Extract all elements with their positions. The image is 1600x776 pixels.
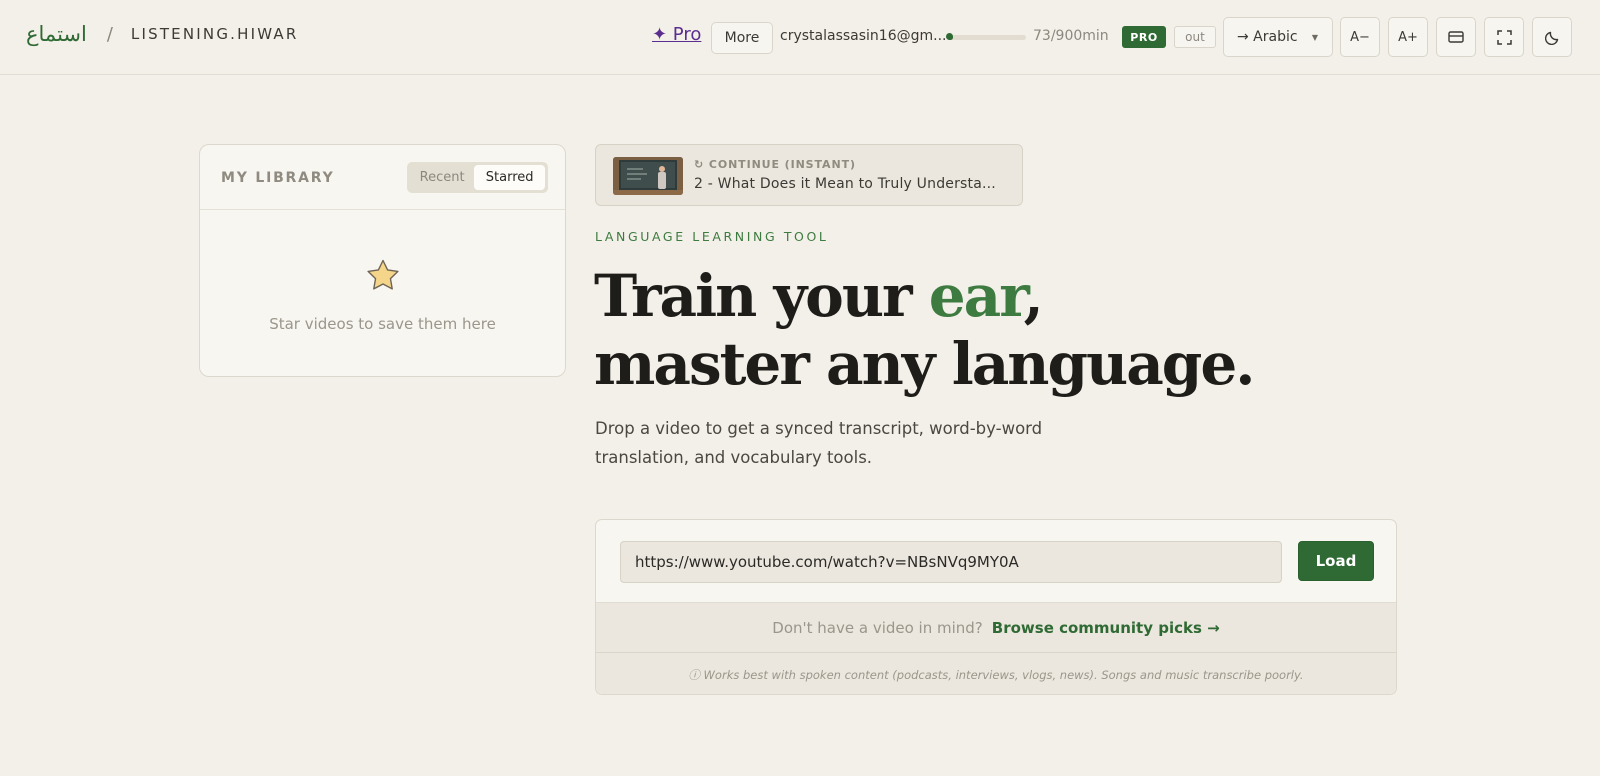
font-increase-button[interactable]: A+: [1388, 17, 1428, 57]
tab-starred[interactable]: Starred: [474, 165, 545, 190]
eyebrow-label: LANGUAGE LEARNING TOOL: [595, 229, 829, 244]
subtitles-icon: [1448, 31, 1464, 43]
font-decrease-button[interactable]: A−: [1340, 17, 1380, 57]
page-title: Train your ear, master any language.: [594, 262, 1255, 398]
usage-progress-dot: [946, 33, 953, 40]
sign-out-button[interactable]: out: [1174, 26, 1216, 48]
headline-accent: ear: [928, 262, 1026, 330]
continue-watching-card[interactable]: ↻ CONTINUE (INSTANT) 2 - What Does it Me…: [595, 144, 1023, 206]
continue-label: ↻ CONTINUE (INSTANT): [694, 158, 856, 171]
library-empty-text: Star videos to save them here: [269, 315, 496, 333]
subtitles-toggle-button[interactable]: [1436, 17, 1476, 57]
library-tabs: Recent Starred: [407, 162, 548, 193]
browse-question: Don't have a video in mind?: [772, 618, 983, 637]
video-thumbnail: [613, 157, 683, 195]
brand[interactable]: استماع / LISTENING.HIWAR: [26, 22, 299, 46]
content-tip-note: ⓘ Works best with spoken content (podcas…: [596, 653, 1396, 694]
account-email: crystalassasin16@gm...: [780, 28, 947, 44]
pro-link[interactable]: ✦ Pro: [652, 24, 701, 45]
video-url-input[interactable]: [620, 541, 1282, 583]
brand-arabic-logo: استماع: [26, 22, 87, 46]
usage-progress-bar: [947, 35, 1026, 40]
brand-name: LISTENING.HIWAR: [130, 25, 299, 43]
target-language-select[interactable]: → Arabic ▼: [1223, 17, 1333, 57]
continue-video-title: 2 - What Does it Mean to Truly Understa.…: [694, 176, 996, 192]
moon-icon: [1544, 30, 1560, 45]
hero-subtitle: Drop a video to get a synced transcript,…: [595, 419, 1043, 467]
library-title: MY LIBRARY: [221, 170, 335, 186]
load-button[interactable]: Load: [1298, 541, 1374, 581]
headline-line-2: master any language.: [594, 330, 1255, 398]
more-button[interactable]: More: [711, 22, 773, 54]
library-panel: MY LIBRARY Recent Starred Star videos to…: [199, 144, 566, 377]
chevron-down-icon: ▼: [1311, 33, 1318, 42]
brand-separator: /: [106, 23, 113, 45]
top-bar: استماع / LISTENING.HIWAR ✦ Pro More crys…: [0, 0, 1600, 75]
browse-row: Don't have a video in mind? Browse commu…: [596, 602, 1396, 653]
star-icon: [365, 258, 401, 296]
fullscreen-button[interactable]: [1484, 17, 1524, 57]
headline-part-2: ,: [1023, 262, 1044, 330]
headline-part-1: Train your: [594, 262, 929, 330]
fullscreen-icon: [1496, 29, 1512, 45]
video-loader-card: Load Don't have a video in mind? Browse …: [595, 519, 1397, 695]
usage-minutes: 73/900min: [1033, 28, 1109, 44]
target-language-value: → Arabic: [1237, 29, 1298, 45]
browse-community-picks-link[interactable]: Browse community picks →: [992, 619, 1220, 637]
dark-mode-button[interactable]: [1532, 17, 1572, 57]
library-empty-state: Star videos to save them here: [200, 210, 565, 376]
tab-recent[interactable]: Recent: [410, 165, 474, 190]
pro-badge: PRO: [1122, 26, 1166, 48]
library-header: MY LIBRARY Recent Starred: [200, 145, 565, 210]
